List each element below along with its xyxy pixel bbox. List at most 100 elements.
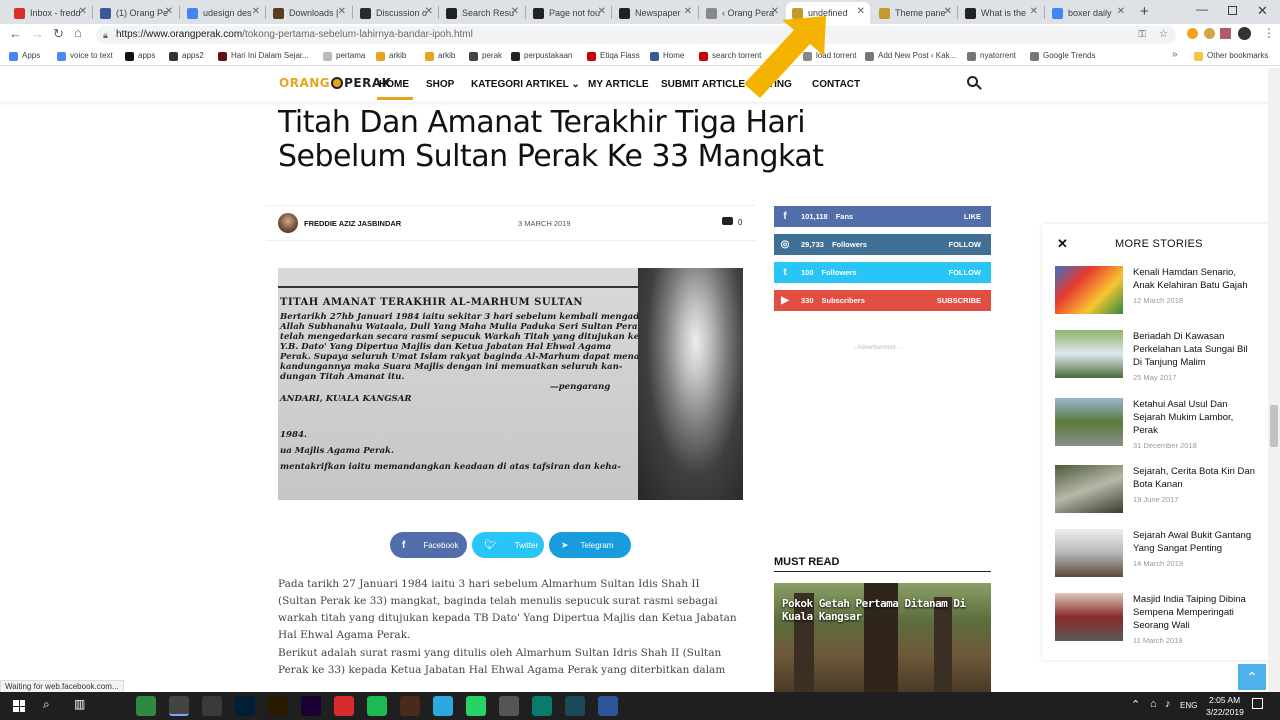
restore-button[interactable] [1228,6,1237,15]
browser-tab[interactable]: Inbox - fredd ✕ [8,2,92,24]
story-title[interactable]: Sejarah, Cerita Bota Kiri Dan Bota Kanan [1133,465,1258,491]
tray-up-icon[interactable]: ⌃ [1131,698,1140,711]
url-bar[interactable]: 🔒︎ https://www.orangperak.com/tokong-per… [96,26,1176,44]
close-tab-icon[interactable]: ✕ [684,6,692,17]
story-title[interactable]: Masjid India Taiping Dibina Sempena Memp… [1133,593,1258,632]
close-tab-icon[interactable]: ✕ [165,6,173,17]
share-telegram-button[interactable]: ➤ Telegram [549,532,631,558]
social-youtube-counter[interactable]: ▶ 330 Subscribers SUBSCRIBE [774,290,991,311]
profile-avatar[interactable] [1238,27,1251,40]
social-facebook-counter[interactable]: f 101,118 Fans LIKE [774,206,991,227]
close-tab-icon[interactable]: ✕ [425,6,433,17]
back-to-top-button[interactable]: ⌃ [1238,664,1266,690]
close-icon[interactable]: ✕ [1057,236,1068,252]
search-icon[interactable]: ⌕ [43,697,50,712]
bookmark-item[interactable]: Etiqa Flass [587,49,640,63]
comment-count[interactable]: 0 [738,218,742,227]
bookmark-item[interactable]: voice to text [57,49,113,63]
nav-home[interactable]: HOME [379,79,409,90]
story-item[interactable]: Kenali Hamdan Senario, Anak Kelahiran Ba… [1055,266,1270,326]
reload-icon[interactable]: ↻ [53,26,64,42]
close-tab-icon[interactable]: ✕ [857,6,865,17]
nav-submit-article[interactable]: SUBMIT ARTICLE [661,79,745,90]
share-twitter-button[interactable]: 🐦︎ Twitter [472,532,544,558]
story-item[interactable]: Masjid India Taiping Dibina Sempena Memp… [1055,593,1270,653]
story-thumbnail[interactable] [1055,398,1123,446]
taskbar-app-icon[interactable] [598,696,618,716]
close-tab-icon[interactable]: ✕ [338,6,346,17]
social-twitter-counter[interactable]: t 100 Followers FOLLOW [774,262,991,283]
close-window-button[interactable]: ✕ [1257,3,1268,19]
story-item[interactable]: Beriadah Di Kawasan Perkelahan Lata Sung… [1055,330,1270,390]
new-tab-button[interactable]: + [1140,3,1149,20]
browser-tab[interactable]: Page not fou ✕ [527,2,611,24]
social-action[interactable]: SUBSCRIBE [937,296,981,305]
taskbar-app-icon[interactable] [433,696,453,716]
browser-tab[interactable]: boxer daily ✕ [1046,2,1130,24]
comment-icon[interactable] [722,217,733,225]
bookmark-item[interactable]: perak [469,49,502,63]
bookmark-item[interactable]: nyatorrent [967,49,1016,63]
menu-kebab-icon[interactable]: ⋮ [1263,26,1275,40]
story-thumbnail[interactable] [1055,465,1123,513]
close-tab-icon[interactable]: ✕ [1117,6,1125,17]
close-tab-icon[interactable]: ✕ [1030,6,1038,17]
nav-shop[interactable]: SHOP [426,79,454,90]
volume-icon[interactable]: ♪ [1165,698,1171,710]
story-title[interactable]: Beriadah Di Kawasan Perkelahan Lata Sung… [1133,330,1258,369]
extension-icon[interactable] [1220,28,1231,39]
story-title[interactable]: Ketahui Asal Usul Dan Sejarah Mukim Lamb… [1133,398,1258,437]
bookmarks-overflow-icon[interactable]: » [1172,49,1178,60]
close-tab-icon[interactable]: ✕ [598,6,606,17]
bookmark-item[interactable]: pertama [323,49,365,63]
bookmark-item[interactable]: Google Trends [1030,49,1095,63]
taskbar-app-icon[interactable] [268,696,288,716]
task-view-icon[interactable]: ▥ [74,697,85,711]
bookmark-item[interactable]: Home [650,49,684,63]
taskbar-app-icon[interactable] [202,696,222,716]
story-title[interactable]: Kenali Hamdan Senario, Anak Kelahiran Ba… [1133,266,1258,292]
bookmark-item[interactable]: apps2 [169,49,204,63]
nav-my-article[interactable]: MY ARTICLE [588,79,649,90]
author-avatar[interactable] [278,213,298,233]
story-item[interactable]: Ketahui Asal Usul Dan Sejarah Mukim Lamb… [1055,398,1270,458]
extension-icon[interactable] [1204,28,1215,39]
key-icon[interactable]: ⚿ [1138,26,1146,44]
browser-tab[interactable]: Theme pane ✕ [873,2,957,24]
taskbar-app-icon[interactable] [367,696,387,716]
share-facebook-button[interactable]: f Facebook [390,532,467,558]
story-thumbnail[interactable] [1055,529,1123,577]
author-name[interactable]: FREDDIE AZIZ JASBINDAR [304,219,401,228]
site-logo[interactable]: ORANG PERAK [279,76,391,90]
taskbar-app-icon[interactable] [532,696,552,716]
story-thumbnail[interactable] [1055,330,1123,378]
forward-icon[interactable]: → [31,26,44,41]
taskbar-app-icon[interactable] [466,696,486,716]
social-action[interactable]: FOLLOW [949,268,982,277]
other-bookmarks[interactable]: Other bookmarks [1194,49,1268,63]
taskbar-app-icon[interactable] [400,696,420,716]
social-action[interactable]: LIKE [964,212,981,221]
close-tab-icon[interactable]: ✕ [252,6,260,17]
story-thumbnail[interactable] [1055,266,1123,314]
scrollbar-thumb[interactable] [1270,405,1278,447]
minimize-button[interactable]: — [1196,2,1208,16]
nav-kategori-artikel[interactable]: KATEGORI ARTIKEL ⌄ [471,79,580,90]
close-tab-icon[interactable]: ✕ [79,6,87,17]
taskbar-app-icon[interactable] [499,696,519,716]
bookmark-item[interactable]: arkib [425,49,455,63]
bookmark-item[interactable]: apps [125,49,155,63]
bookmark-item[interactable]: Apps [9,49,40,63]
bookmark-item[interactable]: perpustakaan [511,49,572,63]
browser-tab[interactable]: Downloads | ✕ [267,2,351,24]
browser-tab[interactable]: Newspaper ✕ [613,2,697,24]
story-item[interactable]: Sejarah, Cerita Bota Kiri Dan Bota Kanan… [1055,465,1270,525]
taskbar-app-icon[interactable] [169,696,189,716]
close-tab-icon[interactable]: ✕ [944,6,952,17]
action-center-icon[interactable] [1252,698,1263,709]
browser-tab[interactable]: Discussion o ✕ [354,2,438,24]
network-icon[interactable]: ⌂ [1150,698,1157,710]
taskbar-app-icon[interactable] [301,696,321,716]
language-indicator[interactable]: ENG [1180,701,1197,710]
bookmark-item[interactable]: arkib [376,49,406,63]
